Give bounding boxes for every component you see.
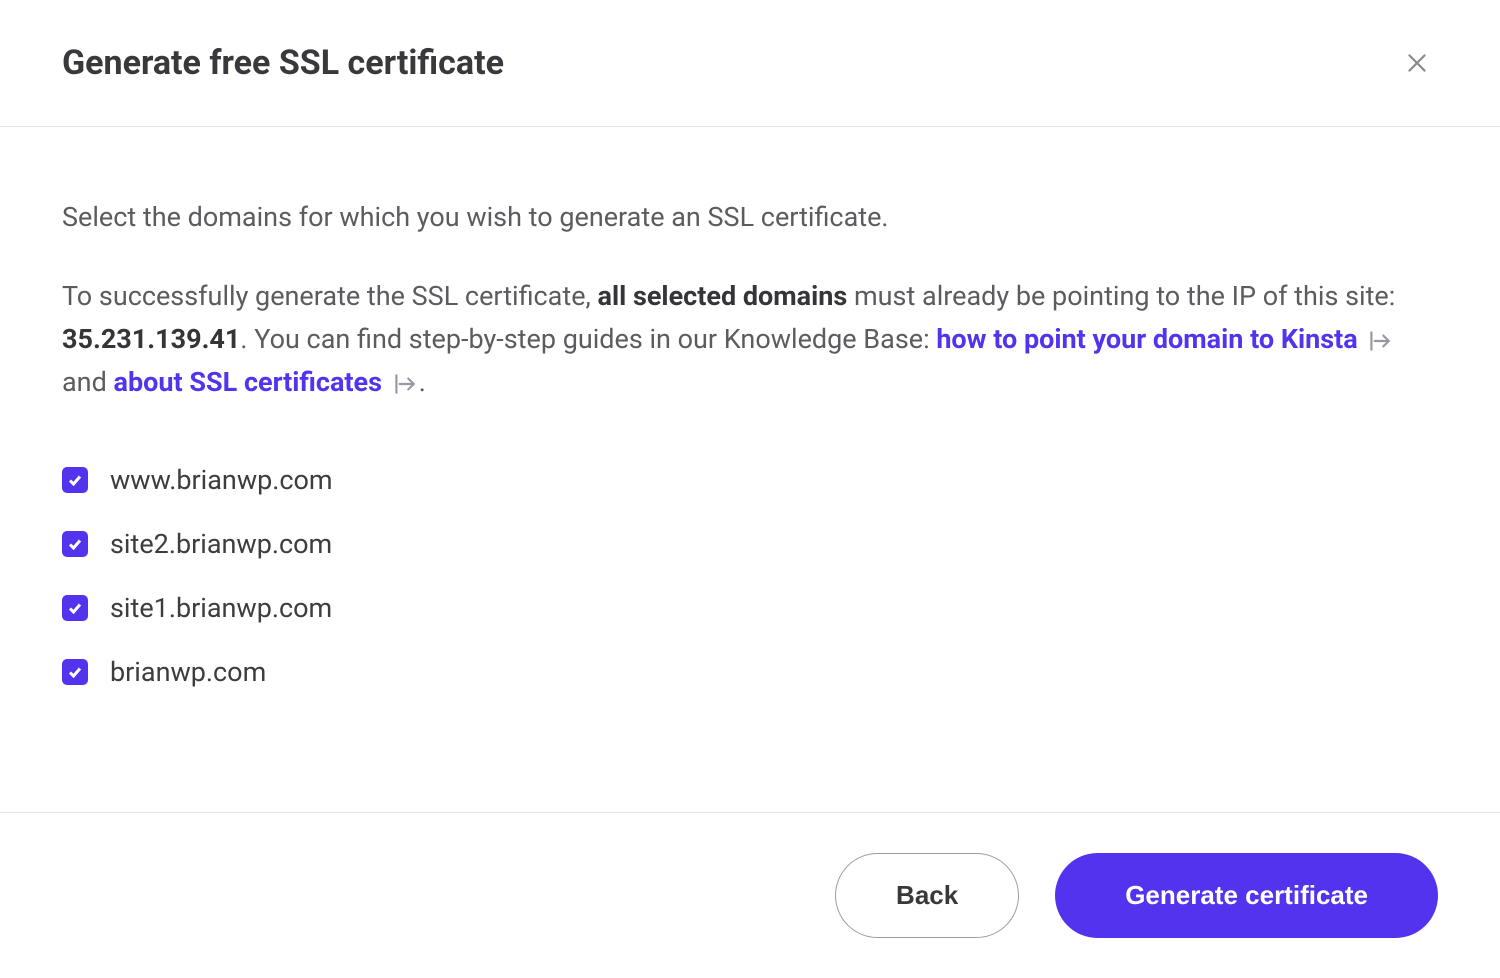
info-ip: 35.231.139.41 [62, 323, 240, 355]
domain-label: site2.brianwp.com [110, 528, 332, 560]
modal-title: Generate free SSL certificate [62, 43, 504, 83]
back-button[interactable]: Back [835, 853, 1019, 938]
intro-text: Select the domains for which you wish to… [62, 197, 1438, 239]
domain-row: site2.brianwp.com [62, 528, 1438, 560]
info-bold-domains: all selected domains [598, 280, 848, 312]
info-text: To successfully generate the SSL certifi… [62, 275, 1438, 405]
domain-row: www.brianwp.com [62, 464, 1438, 496]
domain-checkbox[interactable] [62, 467, 88, 493]
domain-checkbox[interactable] [62, 659, 88, 685]
info-mid2: . You can find step-by-step guides in ou… [240, 323, 936, 355]
check-icon [67, 600, 83, 616]
modal-body: Select the domains for which you wish to… [0, 127, 1500, 812]
close-icon [1404, 50, 1430, 76]
domain-label: brianwp.com [110, 656, 266, 688]
external-link-icon [1366, 330, 1392, 352]
check-icon [67, 472, 83, 488]
info-and: and [62, 366, 114, 398]
domain-checkbox[interactable] [62, 531, 88, 557]
link-about-ssl[interactable]: about SSL certificates [114, 366, 382, 398]
domain-checkbox[interactable] [62, 595, 88, 621]
info-prefix: To successfully generate the SSL certifi… [62, 280, 598, 312]
check-icon [67, 664, 83, 680]
info-period: . [419, 366, 426, 398]
external-link-icon [391, 373, 417, 395]
link-point-domain[interactable]: how to point your domain to Kinsta [936, 323, 1357, 355]
close-button[interactable] [1396, 42, 1438, 84]
domain-label: site1.brianwp.com [110, 592, 332, 624]
domain-list: www.brianwp.com site2.brianwp.com site1.… [62, 464, 1438, 688]
modal-footer: Back Generate certificate [0, 812, 1500, 978]
check-icon [67, 536, 83, 552]
generate-certificate-button[interactable]: Generate certificate [1055, 853, 1438, 938]
info-mid1: must already be pointing to the IP of th… [847, 280, 1395, 312]
domain-label: www.brianwp.com [110, 464, 333, 496]
domain-row: brianwp.com [62, 656, 1438, 688]
domain-row: site1.brianwp.com [62, 592, 1438, 624]
modal-header: Generate free SSL certificate [0, 0, 1500, 127]
